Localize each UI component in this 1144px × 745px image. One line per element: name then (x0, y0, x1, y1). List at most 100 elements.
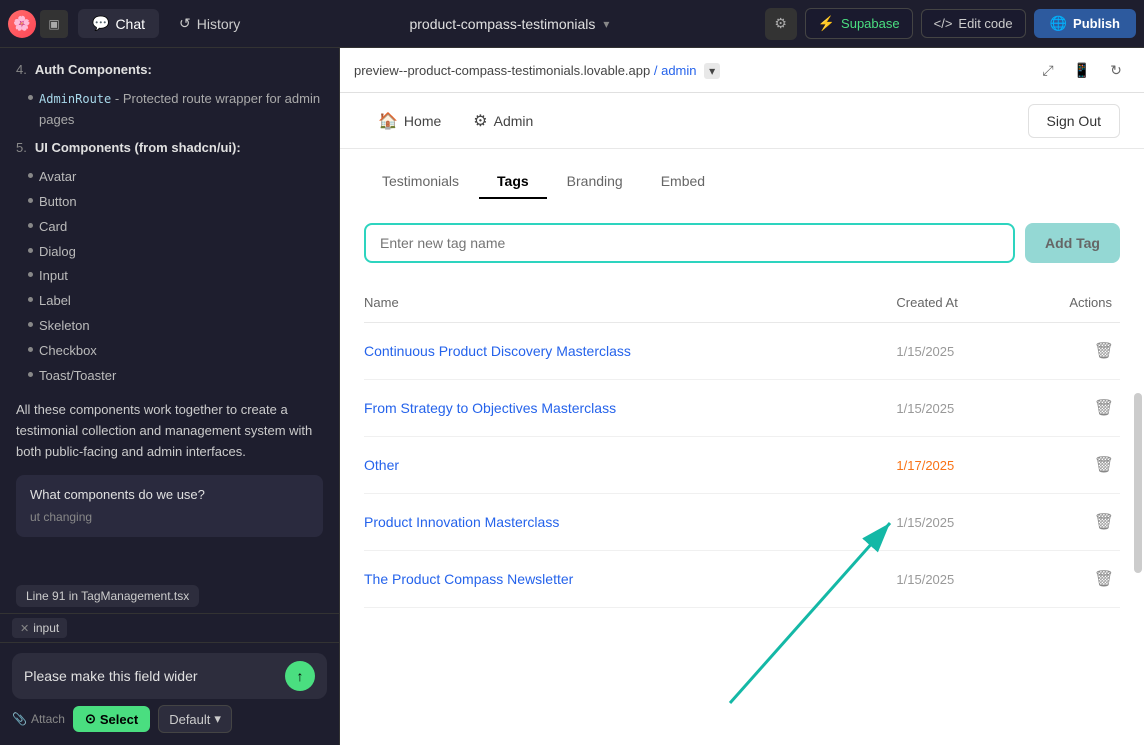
sidebar-section-5: 5. UI Components (from shadcn/ui): Avata… (16, 138, 323, 388)
input-row: Please make this field wider ↑ (12, 653, 327, 699)
nav-admin[interactable]: ⚙ Admin (459, 103, 547, 139)
supabase-button[interactable]: ⚡ Supabase (805, 8, 913, 39)
col-created-at: Created At (896, 287, 1019, 323)
bottom-bar: 📎 Attach ⊙ Select Default ▾ (12, 699, 327, 735)
app-tabs: Testimonials Tags Branding Embed (340, 149, 1144, 199)
section-5-header: 5. UI Components (from shadcn/ui): (16, 138, 323, 163)
bullet-toast: Toast/Toaster (16, 364, 323, 389)
delete-button-5[interactable]: 🗑 (1088, 567, 1120, 591)
expand-sidebar-button[interactable]: ▣ (40, 10, 68, 38)
file-tag-bar: ✕ input (0, 613, 339, 642)
add-tag-button[interactable]: Add Tag (1025, 223, 1120, 263)
topbar-right: ⚙ ⚡ Supabase </> Edit code 🌐 Publish (765, 8, 1136, 40)
tab-embed[interactable]: Embed (643, 165, 723, 199)
mobile-preview-button[interactable]: 📱 (1068, 56, 1096, 84)
preview-pane: preview--product-compass-testimonials.lo… (340, 48, 1144, 745)
bullet-admin-route-text: AdminRoute - Protected route wrapper for… (39, 89, 323, 131)
select-button[interactable]: ⊙ Select (73, 706, 150, 732)
table-row: Continuous Product Discovery Masterclass… (364, 323, 1120, 380)
tag-date-5: 1/15/2025 (896, 572, 954, 587)
project-name: product-compass-testimonials (409, 16, 595, 32)
app-header: 🏠 Home ⚙ Admin Sign Out (340, 93, 1144, 149)
table-row: Other 1/17/2025 🗑 (364, 437, 1120, 494)
section-5-title: UI Components (from shadcn/ui): (35, 138, 241, 159)
admin-route-code: AdminRoute (39, 92, 111, 106)
tag-name-input[interactable] (364, 223, 1015, 263)
app-logo: 🌸 (8, 10, 36, 38)
bullet-admin-route: AdminRoute - Protected route wrapper for… (16, 87, 323, 133)
open-external-button[interactable]: ⤢ (1034, 56, 1062, 84)
file-tooltip-area: Line 91 in TagManagement.tsx (0, 581, 339, 613)
section-4-header: 4. Auth Components: (16, 60, 323, 85)
bullet-avatar: Avatar (16, 165, 323, 190)
tab-tags[interactable]: Tags (479, 165, 547, 199)
close-chip-button[interactable]: ✕ (20, 622, 29, 635)
code-icon: </> (934, 16, 953, 31)
supabase-icon: ⚡ (818, 15, 835, 32)
input-area: Please make this field wider ↑ 📎 Attach … (0, 642, 339, 745)
admin-badge: ▾ (704, 63, 720, 79)
bullet-card: Card (16, 215, 323, 240)
table-row: The Product Compass Newsletter 1/15/2025… (364, 551, 1120, 608)
tag-link-newsletter[interactable]: The Product Compass Newsletter (364, 571, 573, 587)
default-button[interactable]: Default ▾ (158, 705, 232, 733)
settings-button[interactable]: ⚙ (765, 8, 797, 40)
section-5-num: 5. (16, 138, 27, 159)
table-header: Name Created At Actions (364, 287, 1120, 323)
select-icon: ⊙ (85, 711, 96, 727)
table-row: Product Innovation Masterclass 1/15/2025… (364, 494, 1120, 551)
tab-branding[interactable]: Branding (549, 165, 641, 199)
tag-link-innovation[interactable]: Product Innovation Masterclass (364, 514, 559, 530)
bullet-button: Button (16, 190, 323, 215)
col-name: Name (364, 287, 896, 323)
tag-date-3: 1/17/2025 (896, 458, 954, 473)
tag-date-1: 1/15/2025 (896, 344, 954, 359)
tag-link-other[interactable]: Other (364, 457, 399, 473)
tag-input-row: Add Tag (364, 223, 1120, 263)
input-display-text[interactable]: Please make this field wider (24, 668, 277, 684)
chat-tab[interactable]: 💬 Chat (78, 9, 159, 38)
section-4-title: Auth Components: (35, 60, 152, 81)
delete-button-3[interactable]: 🗑 (1088, 453, 1120, 477)
tag-date-2: 1/15/2025 (896, 401, 954, 416)
app-container: 🏠 Home ⚙ Admin Sign Out Testimonials Tag… (340, 93, 1144, 745)
tag-link-continuous[interactable]: Continuous Product Discovery Masterclass (364, 343, 631, 359)
sidebar: 4. Auth Components: AdminRoute - Protect… (0, 48, 340, 745)
input-chip: ✕ input (12, 618, 67, 638)
preview-url: preview--product-compass-testimonials.lo… (354, 63, 1026, 78)
edit-code-button[interactable]: </> Edit code (921, 9, 1026, 38)
bullet-label: Label (16, 289, 323, 314)
publish-button[interactable]: 🌐 Publish (1034, 9, 1136, 38)
main-area: 4. Auth Components: AdminRoute - Protect… (0, 48, 1144, 745)
app-nav: 🏠 Home ⚙ Admin (364, 103, 1028, 139)
scroll-indicator[interactable] (1134, 393, 1142, 573)
delete-button-4[interactable]: 🗑 (1088, 510, 1120, 534)
refresh-button[interactable]: ↻ (1102, 56, 1130, 84)
logo-area: 🌸 ▣ (8, 10, 68, 38)
tab-testimonials[interactable]: Testimonials (364, 165, 477, 199)
preview-topbar: preview--product-compass-testimonials.lo… (340, 48, 1144, 93)
history-tab[interactable]: ↺ History (165, 9, 254, 38)
tag-link-strategy[interactable]: From Strategy to Objectives Masterclass (364, 400, 616, 416)
admin-icon: ⚙ (473, 111, 487, 131)
sidebar-content: 4. Auth Components: AdminRoute - Protect… (0, 48, 339, 581)
sidebar-section-4: 4. Auth Components: AdminRoute - Protect… (16, 60, 323, 132)
question-bubble: What components do we use? ut changing (16, 475, 323, 537)
sign-out-button[interactable]: Sign Out (1028, 104, 1120, 138)
table-body: Continuous Product Discovery Masterclass… (364, 323, 1120, 608)
preview-icons: ⤢ 📱 ↻ (1034, 56, 1130, 84)
delete-button-2[interactable]: 🗑 (1088, 396, 1120, 420)
topbar: 🌸 ▣ 💬 Chat ↺ History product-compass-tes… (0, 0, 1144, 48)
project-chevron-icon[interactable]: ▾ (603, 17, 609, 31)
attach-button[interactable]: 📎 Attach (12, 712, 65, 726)
bullet-checkbox: Checkbox (16, 339, 323, 364)
home-icon: 🏠 (378, 111, 398, 131)
send-button[interactable]: ↑ (285, 661, 315, 691)
delete-button-1[interactable]: 🗑 (1088, 339, 1120, 363)
bullet-skeleton: Skeleton (16, 314, 323, 339)
nav-home[interactable]: 🏠 Home (364, 103, 455, 139)
tag-management-content: Add Tag Name Created At Actions Continuo… (340, 199, 1144, 632)
question-text: What components do we use? (30, 485, 309, 506)
history-icon: ↺ (179, 15, 191, 32)
tag-table: Name Created At Actions Continuous Produ… (364, 287, 1120, 608)
